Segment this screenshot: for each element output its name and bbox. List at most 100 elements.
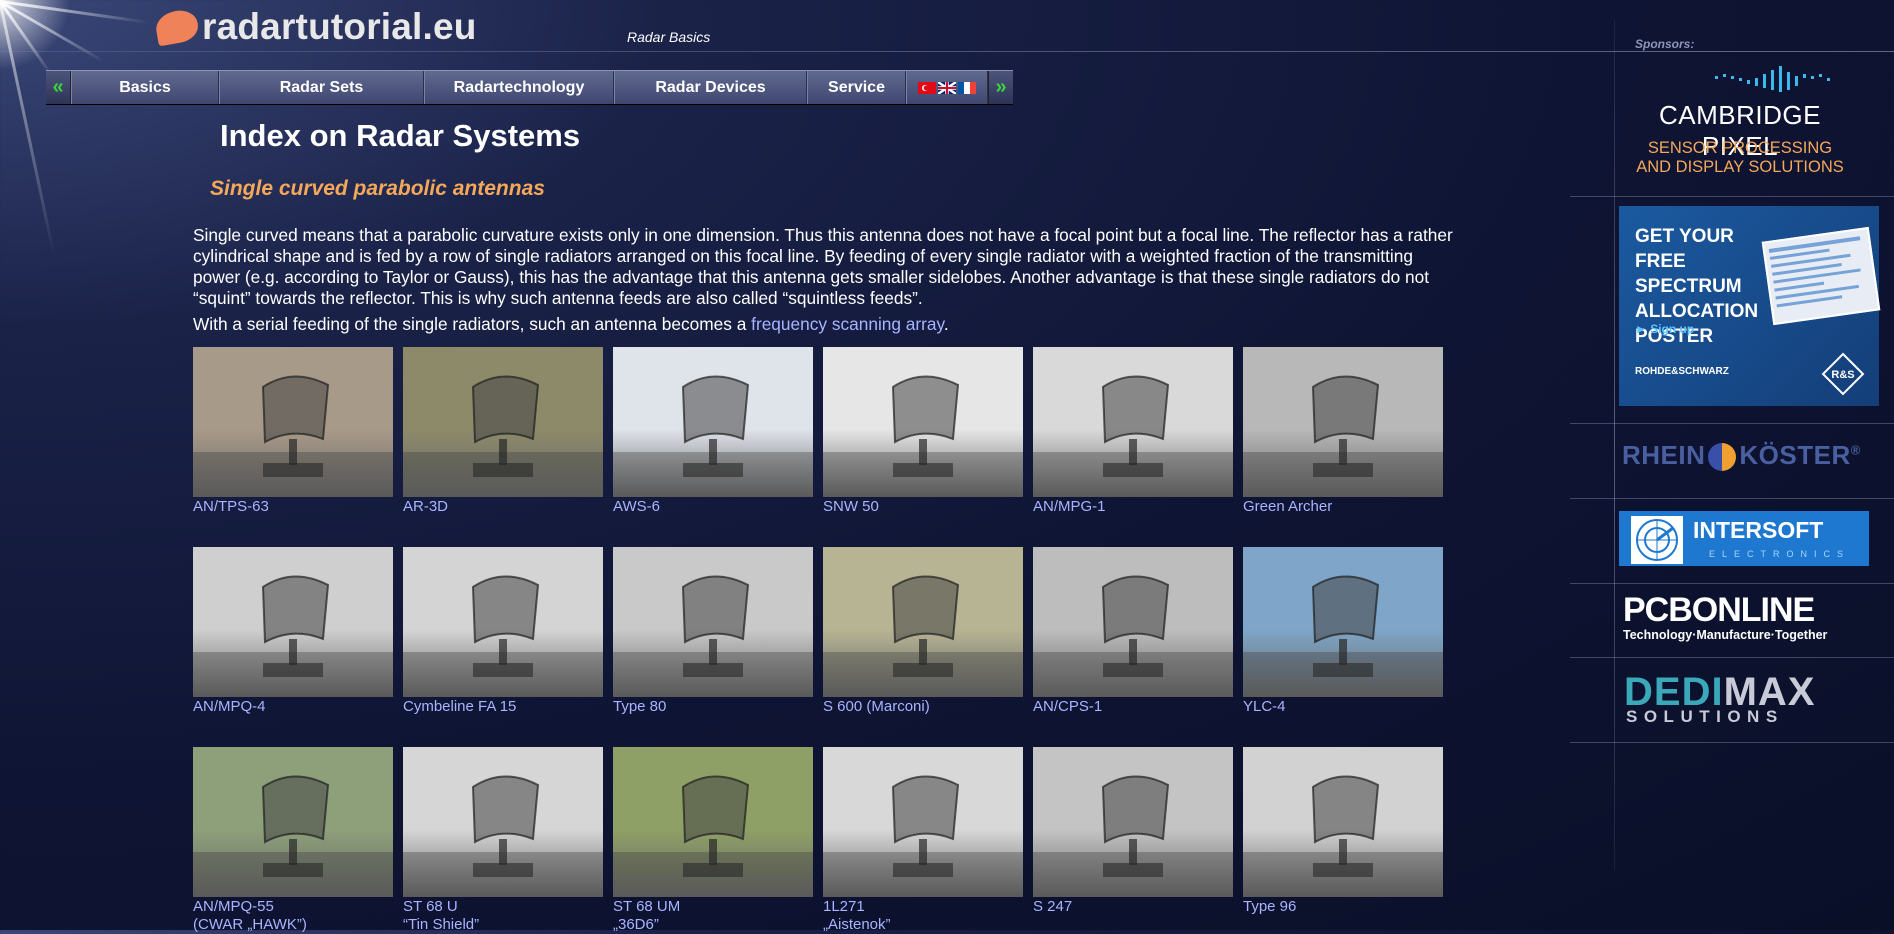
site-header: radartutorial.eu Radar Basics (0, 0, 1610, 52)
radar-card[interactable]: YLC-4 (1243, 547, 1443, 716)
sponsor-rohde-schwarz-poster[interactable]: GET YOUR FREE SPECTRUM ALLOCATION POSTER… (1619, 206, 1881, 406)
radar-card[interactable]: 1L271 „Aistenok” (823, 747, 1023, 934)
radar-caption-link[interactable]: Type 80 (613, 698, 813, 716)
radar-thumbnail[interactable] (193, 747, 393, 897)
radar-caption-link[interactable]: 1L271 „Aistenok” (823, 898, 1023, 934)
sponsor-intersoft-electronics[interactable]: INTERSOFT ELECTRONICS (1619, 511, 1869, 566)
radar-thumbnail[interactable] (1243, 547, 1443, 697)
radar-card[interactable]: AN/MPG-1 (1033, 347, 1233, 516)
radar-thumbnail[interactable] (193, 547, 393, 697)
radar-caption-link[interactable]: AWS-6 (613, 498, 813, 516)
sponsors-label: Sponsors: (1635, 37, 1695, 51)
section-subtitle: Single curved parabolic antennas (210, 177, 545, 200)
pcbonline-title: PCBONLINE (1623, 591, 1815, 629)
radar-caption-link[interactable]: Cymbeline FA 15 (403, 698, 603, 716)
rs-logo-icon: R&S (1821, 352, 1865, 396)
rhein-koster-logo-icon (1708, 443, 1737, 472)
radar-card[interactable]: AN/MPQ-55 (CWAR „HAWK”) (193, 747, 393, 934)
dedimax-subtitle: SOLUTIONS (1626, 707, 1784, 726)
sponsor-separator (1570, 583, 1894, 584)
serial-feeding-paragraph: With a serial feeding of the single radi… (193, 314, 949, 334)
radar-card[interactable]: AN/CPS-1 (1033, 547, 1233, 716)
logo-speech-bubble-icon (153, 7, 201, 47)
flag-turkey-icon[interactable] (918, 81, 936, 94)
radar-caption-link[interactable]: S 247 (1033, 898, 1233, 916)
radar-thumbnail[interactable] (403, 547, 603, 697)
main-navigation: « Basics Radar Sets Radartechnology Rada… (46, 70, 1013, 105)
flag-uk-icon[interactable] (938, 81, 956, 94)
nav-next-arrow-icon[interactable]: » (988, 71, 1013, 104)
radar-card[interactable]: ST 68 U “Tin Shield” (403, 747, 603, 934)
nav-item-radar-devices[interactable]: Radar Devices (614, 71, 807, 104)
radar-card[interactable]: AWS-6 (613, 347, 813, 516)
radar-caption-link[interactable]: AN/MPG-1 (1033, 498, 1233, 516)
frequency-scanning-array-link[interactable]: frequency scanning array (751, 314, 944, 334)
radar-card[interactable]: SNW 50 (823, 347, 1023, 516)
sponsor-separator (1570, 657, 1894, 658)
radar-caption-link[interactable]: AN/TPS-63 (193, 498, 393, 516)
nav-item-basics[interactable]: Basics (71, 71, 219, 104)
cambridge-pixel-signal-icon (1715, 66, 1830, 92)
radar-thumbnail[interactable] (613, 747, 813, 897)
radar-card[interactable]: Type 96 (1243, 747, 1443, 916)
radar-caption-link[interactable]: SNW 50 (823, 498, 1023, 516)
sponsor-rhein-koster[interactable]: RHEIN KÖSTER® (1622, 440, 1861, 472)
nav-prev-arrow-icon[interactable]: « (46, 71, 71, 104)
radar-card[interactable]: Green Archer (1243, 347, 1443, 516)
svg-text:R&S: R&S (1831, 369, 1854, 381)
language-flags[interactable] (906, 71, 988, 104)
radar-caption-link[interactable]: AN/MPQ-4 (193, 698, 393, 716)
radar-thumbnail[interactable] (823, 747, 1023, 897)
cambridge-pixel-tagline: SENSOR PROCESSING AND DISPLAY SOLUTIONS (1636, 139, 1844, 176)
header-divider (0, 51, 1894, 52)
logo-text: radartutorial.eu (202, 6, 477, 47)
sponsor-separator (1570, 423, 1894, 424)
poster-thumbnail (1761, 226, 1881, 326)
radar-caption-link[interactable]: ST 68 UM „36D6” (613, 898, 813, 934)
nav-item-radartechnology[interactable]: Radartechnology (424, 71, 614, 104)
radar-thumbnail[interactable] (403, 347, 603, 497)
rs-brand: ROHDE&SCHWARZ (1635, 366, 1729, 377)
radar-thumbnail[interactable] (1243, 747, 1443, 897)
page-title: Index on Radar Systems (220, 118, 581, 153)
radar-caption-link[interactable]: AR-3D (403, 498, 603, 516)
radar-caption-link[interactable]: Green Archer (1243, 498, 1443, 516)
rs-sign-up-link[interactable]: ► Sign up (1635, 322, 1694, 336)
radar-caption-link[interactable]: AN/CPS-1 (1033, 698, 1233, 716)
radar-thumbnail[interactable] (823, 347, 1023, 497)
radar-thumbnail[interactable] (613, 347, 813, 497)
sponsor-separator (1570, 742, 1894, 743)
radar-card[interactable]: S 247 (1033, 747, 1233, 916)
radar-thumbnail[interactable] (403, 747, 603, 897)
radar-thumbnail[interactable] (193, 347, 393, 497)
radar-card[interactable]: AR-3D (403, 347, 603, 516)
flag-france-icon[interactable] (958, 81, 976, 94)
radar-thumbnail[interactable] (1033, 747, 1233, 897)
radar-thumbnail[interactable] (823, 547, 1023, 697)
radar-card[interactable]: Cymbeline FA 15 (403, 547, 603, 716)
radar-thumbnail[interactable] (1033, 347, 1233, 497)
intro-paragraph: Single curved means that a parabolic cur… (193, 225, 1453, 308)
radar-caption-link[interactable]: ST 68 U “Tin Shield” (403, 898, 603, 934)
sponsor-separator (1570, 498, 1894, 499)
radar-card[interactable]: ST 68 UM „36D6” (613, 747, 813, 934)
radar-caption-link[interactable]: AN/MPQ-55 (CWAR „HAWK”) (193, 898, 393, 934)
sponsor-separator (1570, 196, 1894, 197)
nav-item-radar-sets[interactable]: Radar Sets (219, 71, 424, 104)
radar-thumbnail[interactable] (1033, 547, 1233, 697)
radar-caption-link[interactable]: S 600 (Marconi) (823, 698, 1023, 716)
radar-card[interactable]: AN/MPQ-4 (193, 547, 393, 716)
site-logo[interactable]: radartutorial.eu (153, 6, 477, 48)
radar-thumbnail[interactable] (1243, 347, 1443, 497)
radar-caption-link[interactable]: Type 96 (1243, 898, 1443, 916)
pcbonline-tagline: Technology·Manufacture·Together (1623, 628, 1828, 642)
breadcrumb[interactable]: Radar Basics (627, 29, 710, 45)
intersoft-subtitle: ELECTRONICS (1709, 549, 1851, 559)
radar-card[interactable]: Type 80 (613, 547, 813, 716)
radar-caption-link[interactable]: YLC-4 (1243, 698, 1443, 716)
nav-item-service[interactable]: Service (807, 71, 906, 104)
radar-card[interactable]: AN/TPS-63 (193, 347, 393, 516)
radar-card[interactable]: S 600 (Marconi) (823, 547, 1023, 716)
radar-thumbnail[interactable] (613, 547, 813, 697)
intersoft-radar-icon (1629, 514, 1685, 566)
